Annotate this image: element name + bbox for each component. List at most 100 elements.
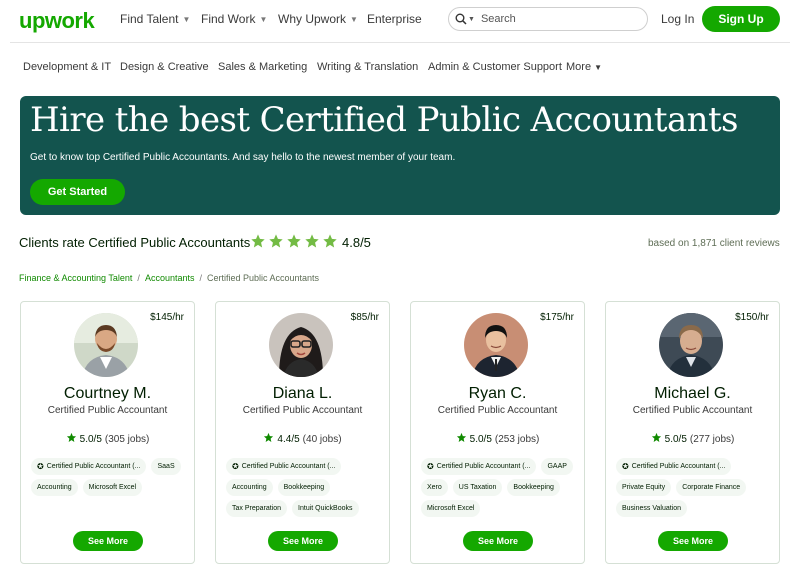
score-value: 4.4/5: [277, 433, 300, 445]
rating-value: 4.8/5: [342, 235, 371, 250]
award-icon: ✪: [232, 462, 239, 471]
freelancer-score: 5.0/5 (253 jobs): [411, 432, 584, 446]
see-more-button[interactable]: See More: [268, 531, 338, 551]
rating-stars: [250, 233, 338, 249]
see-more-button[interactable]: See More: [73, 531, 143, 551]
breadcrumb-current: Certified Public Accountants: [206, 273, 320, 283]
breadcrumb-accountants[interactable]: Accountants: [145, 273, 195, 283]
freelancer-name[interactable]: Ryan C.: [411, 385, 584, 403]
skill-tag[interactable]: Microsoft Excel: [82, 479, 143, 496]
skill-tag[interactable]: Corporate Finance: [676, 479, 747, 496]
breadcrumb-separator: /: [199, 273, 202, 283]
freelancer-card[interactable]: $175/hr Ryan C. Certified Public Account…: [410, 301, 585, 564]
star-icon: [251, 234, 265, 248]
breadcrumb-finance-accounting[interactable]: Finance & Accounting Talent: [19, 273, 132, 283]
skill-tags: ✪ Certified Public Accountant (... Accou…: [226, 458, 386, 517]
nav-find-talent[interactable]: Find Talent ▼: [120, 12, 190, 26]
skill-tag[interactable]: Tax Preparation: [226, 500, 288, 517]
freelancer-title: Certified Public Accountant: [437, 405, 558, 416]
skill-tag[interactable]: Business Valuation: [616, 500, 688, 517]
skill-tag[interactable]: Xero: [421, 479, 448, 496]
freelancer-name[interactable]: Michael G.: [606, 385, 779, 403]
chevron-down-icon: ▼: [182, 14, 191, 24]
skill-tags: ✪ Certified Public Accountant (... SaaS …: [31, 458, 191, 496]
rating-label: Clients rate Certified Public Accountant…: [19, 235, 251, 250]
avatar: [659, 313, 723, 377]
nav-why-upwork[interactable]: Why Upwork ▼: [278, 12, 358, 26]
header-divider: [10, 42, 790, 43]
category-more-label: More: [566, 61, 592, 73]
freelancer-title: Certified Public Accountant: [47, 405, 168, 416]
search-type-dropdown-icon[interactable]: ▼: [468, 16, 475, 23]
freelancer-title: Certified Public Accountant: [242, 405, 363, 416]
freelancer-card[interactable]: $145/hr Courtney M. Certified Public Acc…: [20, 301, 195, 564]
nav-find-talent-label: Find Talent: [120, 12, 179, 26]
skill-tag[interactable]: GAAP: [541, 458, 573, 475]
star-icon: [305, 234, 319, 248]
nav-find-work[interactable]: Find Work ▼: [201, 12, 267, 26]
skill-tag[interactable]: Bookkeeping: [507, 479, 560, 496]
star-icon: [287, 234, 301, 248]
certification-badge[interactable]: ✪ Certified Public Accountant (...: [226, 458, 342, 475]
job-count: (277 jobs): [689, 433, 735, 445]
chevron-down-icon: ▼: [350, 14, 358, 24]
get-started-button[interactable]: Get Started: [30, 179, 125, 205]
star-icon: [66, 432, 77, 446]
see-more-button[interactable]: See More: [463, 531, 533, 551]
category-writing-translation[interactable]: Writing & Translation: [317, 61, 418, 73]
skill-tag[interactable]: Accounting: [31, 479, 78, 496]
freelancer-name[interactable]: Courtney M.: [21, 385, 194, 403]
category-development-it[interactable]: Development & IT: [23, 61, 111, 73]
login-link[interactable]: Log In: [661, 12, 694, 26]
category-design-creative[interactable]: Design & Creative: [120, 61, 209, 73]
skill-tag[interactable]: Microsoft Excel: [421, 500, 481, 517]
skill-tags: ✪ Certified Public Accountant (... GAAP …: [421, 458, 581, 517]
award-icon: ✪: [37, 462, 44, 471]
score-value: 5.0/5: [79, 433, 102, 445]
star-icon: [263, 432, 274, 446]
signup-button[interactable]: Sign Up: [702, 6, 780, 32]
award-icon: ✪: [427, 462, 434, 471]
avatar: [269, 313, 333, 377]
search-bar[interactable]: ▼: [448, 7, 648, 31]
freelancer-card[interactable]: $150/hr Michael G. Certified Public Acco…: [605, 301, 780, 564]
category-admin-support[interactable]: Admin & Customer Support: [428, 61, 562, 73]
job-count: (40 jobs): [302, 433, 342, 445]
breadcrumb-separator: /: [137, 273, 140, 283]
hourly-rate: $145/hr: [150, 312, 184, 323]
freelancer-name[interactable]: Diana L.: [216, 385, 389, 403]
skill-tag[interactable]: Accounting: [226, 479, 273, 496]
star-icon: [323, 234, 337, 248]
certification-badge[interactable]: ✪ Certified Public Accountant (...: [616, 458, 732, 475]
upwork-logo[interactable]: upwork: [19, 8, 95, 34]
search-input[interactable]: [480, 13, 631, 25]
score-value: 5.0/5: [469, 433, 492, 445]
certification-badge[interactable]: ✪ Certified Public Accountant (...: [31, 458, 147, 475]
award-icon: ✪: [622, 462, 629, 471]
skill-tag[interactable]: Bookkeeping: [277, 479, 331, 496]
chevron-down-icon: ▼: [259, 14, 268, 24]
nav-find-work-label: Find Work: [201, 12, 256, 26]
category-sales-marketing[interactable]: Sales & Marketing: [218, 61, 307, 73]
hero-title: Hire the best Certified Public Accountan…: [30, 100, 738, 140]
job-count: (253 jobs): [494, 433, 540, 445]
caret-down-icon: ▼: [594, 62, 602, 72]
freelancer-card[interactable]: $85/hr Diana L. Certified Public Account…: [215, 301, 390, 564]
skill-tag[interactable]: Intuit QuickBooks: [292, 500, 359, 517]
category-more[interactable]: More ▼: [566, 61, 602, 73]
nav-enterprise[interactable]: Enterprise: [367, 12, 422, 26]
certification-badge[interactable]: ✪ Certified Public Accountant (...: [421, 458, 537, 475]
freelancer-title: Certified Public Accountant: [632, 405, 753, 416]
certification-label: Certified Public Accountant (...: [436, 463, 531, 470]
see-more-button[interactable]: See More: [658, 531, 728, 551]
breadcrumb: Finance & Accounting Talent / Accountant…: [19, 273, 319, 283]
hero-banner: Hire the best Certified Public Accountan…: [20, 96, 780, 215]
skill-tag[interactable]: Private Equity: [616, 479, 672, 496]
skill-tag[interactable]: US Taxation: [452, 479, 503, 496]
hero-subtitle: Get to know top Certified Public Account…: [30, 152, 456, 163]
skill-tag[interactable]: SaaS: [151, 458, 181, 475]
search-icon[interactable]: [455, 13, 467, 25]
star-icon: [651, 432, 662, 446]
avatar: [74, 313, 138, 377]
skill-tags: ✪ Certified Public Accountant (... Priva…: [616, 458, 776, 517]
